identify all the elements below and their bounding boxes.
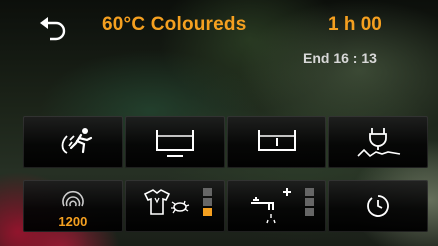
soil-level-bars [202,188,212,226]
tub-low-icon [155,130,194,157]
water-level-button[interactable] [226,116,327,168]
wrinkle-guard-button[interactable] [328,116,428,168]
duration: 1 h 00 [328,14,382,35]
rinse-level-bars [304,188,314,226]
rinse-plus-button[interactable] [226,180,327,232]
soil-level-button[interactable] [124,180,225,232]
water-level-low-button[interactable] [124,116,225,168]
tub-icon [257,130,296,151]
delay-start-button[interactable] [328,180,428,232]
options-row-top [23,116,428,168]
spin-button[interactable]: 1200 [23,180,123,232]
running-figure-icon [61,128,93,154]
spin-speed-value: 1200 [58,214,88,229]
program-name: 60°C Coloureds [102,14,247,35]
speed-button[interactable] [23,116,123,168]
back-arrow-icon[interactable] [38,15,68,43]
washer-screen: 60°C Coloureds 1 h 00 End 16 : 13 1200 [0,0,438,246]
iron-wave-icon [357,128,401,158]
end-time: End 16 : 13 [303,50,377,66]
clock-icon [367,195,390,217]
options-row-bottom: 1200 [23,180,428,232]
